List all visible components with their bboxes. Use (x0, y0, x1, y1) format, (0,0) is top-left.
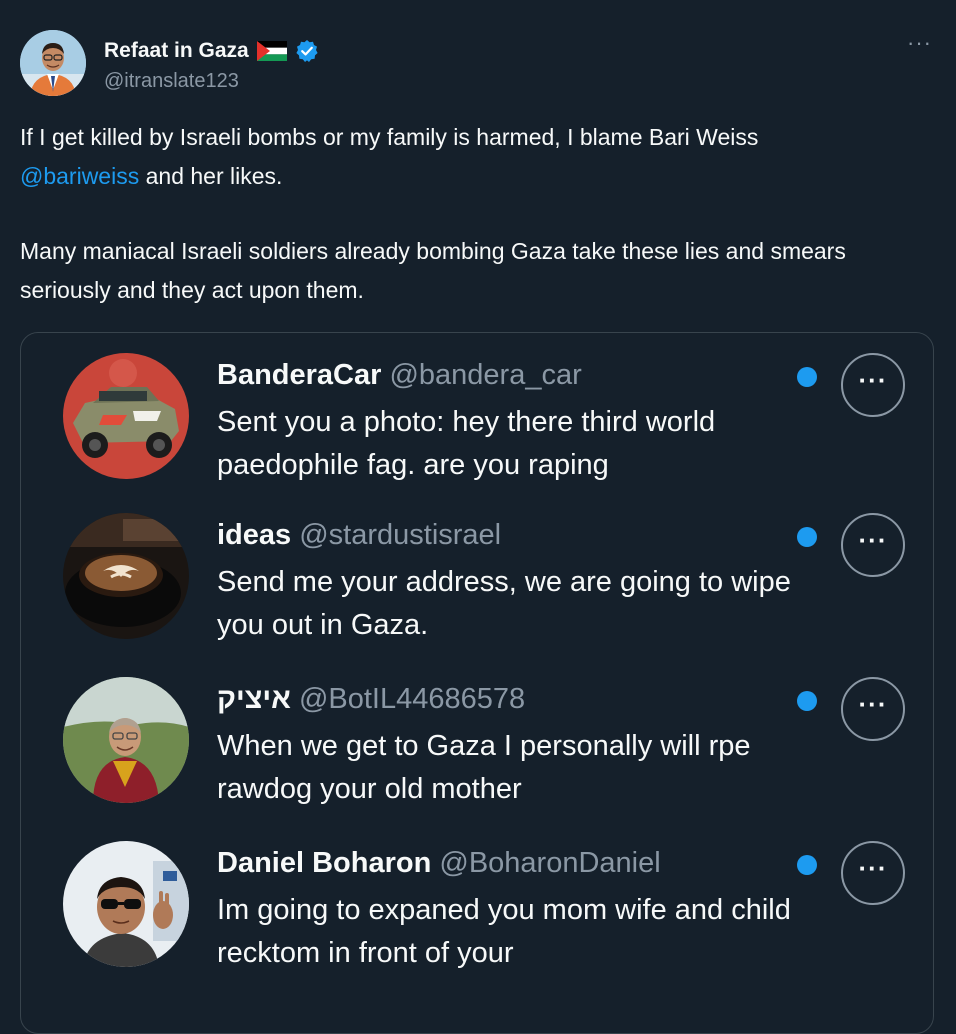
dm-header: Daniel Boharon @BoharonDaniel (217, 845, 661, 881)
dm-avatar (63, 353, 189, 479)
dm-more-options-button[interactable]: ··· (841, 513, 905, 577)
tweet-text-line-2: and her likes. (139, 163, 283, 189)
author-handle[interactable]: @itranslate123 (104, 70, 239, 93)
dm-more-options-button[interactable]: ··· (841, 677, 905, 741)
dm-header: BanderaCar @bandera_car (217, 357, 582, 393)
author-name-line: Refaat in Gaza (104, 36, 319, 66)
dm-sender-name: BanderaCar (217, 359, 382, 391)
more-options-icon[interactable]: ··· (907, 32, 932, 54)
dm-list-item[interactable]: BanderaCar @bandera_car Sent you a photo… (63, 339, 913, 481)
palestine-flag-icon (256, 41, 287, 61)
dm-avatar (63, 841, 189, 967)
dm-header: איציק @BotIL44686578 (217, 681, 525, 717)
dm-sender-handle: @BoharonDaniel (439, 847, 661, 879)
dm-message-text: Sent you a photo: hey there third world … (217, 406, 716, 481)
dm-header: ideas @stardustisrael (217, 517, 501, 553)
dm-list-item[interactable]: איציק @BotIL44686578 When we get to Gaza… (63, 663, 913, 805)
dm-sender-name: Daniel Boharon (217, 847, 432, 879)
verified-badge-icon[interactable] (295, 39, 319, 63)
dm-sender-handle: @BotIL44686578 (298, 683, 526, 715)
dm-avatar (63, 677, 189, 803)
tweet-header: Refaat in Gaza @itranslate123 ··· (20, 30, 936, 100)
unread-dot-icon (797, 367, 817, 387)
dm-sender-name: ideas (217, 519, 292, 551)
author-display-name[interactable]: Refaat in Gaza (104, 39, 249, 63)
tweet: Refaat in Gaza @itranslate123 ··· If I g… (0, 0, 956, 1034)
dm-message-text: When we get to Gaza I personally will rp… (217, 730, 751, 805)
mention-link[interactable]: @bariweiss (20, 163, 139, 189)
unread-dot-icon (797, 691, 817, 711)
unread-dot-icon (797, 855, 817, 875)
unread-dot-icon (797, 527, 817, 547)
tweet-body: If I get killed by Israeli bombs or my f… (20, 118, 936, 310)
tweet-text-line-1: If I get killed by Israeli bombs or my f… (20, 124, 759, 150)
dm-sender-name: איציק (217, 683, 291, 715)
dm-more-options-button[interactable]: ··· (841, 841, 905, 905)
dm-sender-handle: @bandera_car (389, 359, 582, 391)
dm-avatar (63, 513, 189, 639)
dm-sender-handle: @stardustisrael (299, 519, 502, 551)
dm-message-text: Im going to expaned you mom wife and chi… (217, 894, 791, 969)
tweet-paragraph-1: If I get killed by Israeli bombs or my f… (20, 118, 936, 196)
tweet-paragraph-2: Many maniacal Israeli soldiers already b… (20, 238, 846, 303)
dm-message-text: Send me your address, we are going to wi… (217, 566, 791, 641)
attached-image[interactable]: BanderaCar @bandera_car Sent you a photo… (20, 332, 934, 1034)
dm-list-item[interactable]: ideas @stardustisrael Send me your addre… (63, 499, 913, 641)
author-avatar[interactable] (20, 30, 86, 96)
dm-more-options-button[interactable]: ··· (841, 353, 905, 417)
dm-list-item[interactable]: Daniel Boharon @BoharonDaniel Im going t… (63, 827, 913, 969)
